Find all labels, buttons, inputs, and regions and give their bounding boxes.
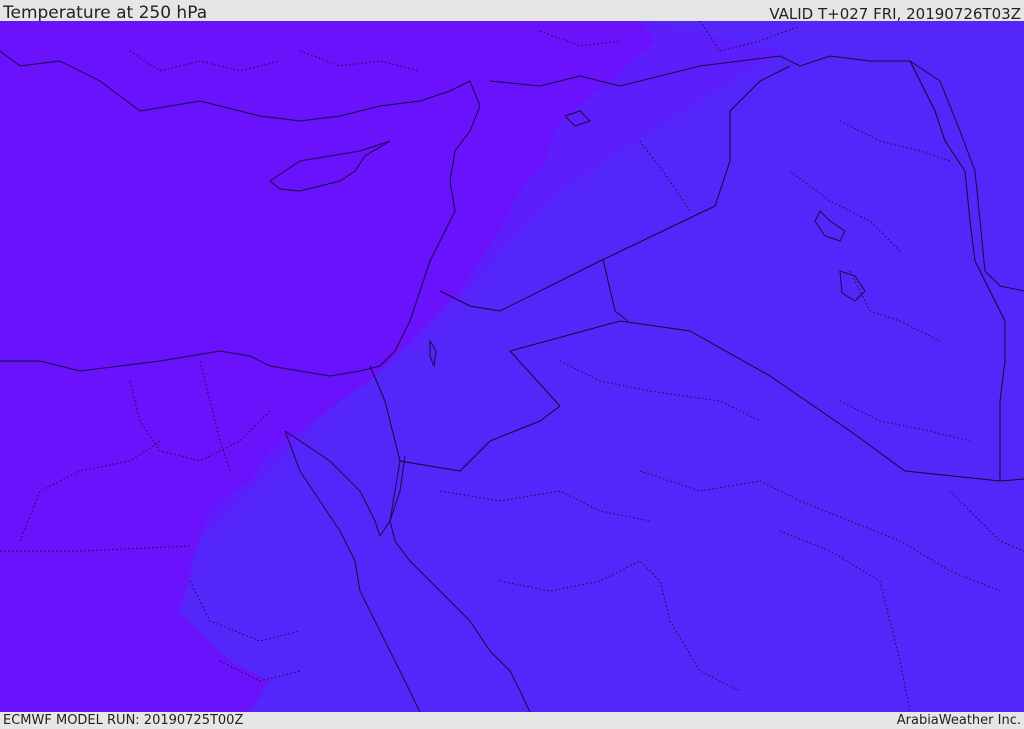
temperature-map[interactable] — [0, 21, 1024, 712]
model-run-label: ECMWF MODEL RUN: 20190725T00Z — [3, 713, 244, 728]
footer-bar: ECMWF MODEL RUN: 20190725T00Z ArabiaWeat… — [0, 712, 1024, 729]
credit-label: ArabiaWeather Inc. — [896, 713, 1021, 728]
header-bar: Temperature at 250 hPa VALID T+027 FRI, … — [0, 0, 1024, 23]
map-canvas — [0, 21, 1024, 712]
map-title: Temperature at 250 hPa — [3, 3, 208, 23]
